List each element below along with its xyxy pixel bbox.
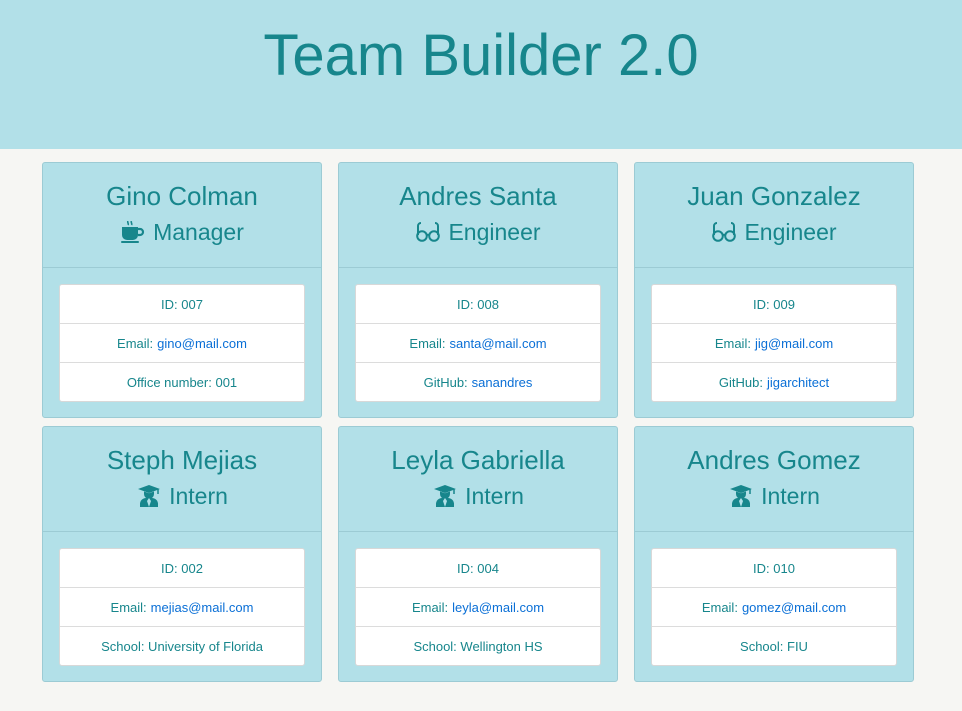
info-list: ID: 007 Email: gino@mail.com Office numb…	[59, 284, 305, 402]
id-row: ID: 008	[356, 285, 600, 324]
card-header: Gino Colman Manager	[43, 163, 321, 268]
github-link[interactable]: jigarchitect	[767, 375, 829, 390]
school-row: School: Wellington HS	[413, 638, 543, 654]
email-row: Email: jig@mail.com	[652, 324, 896, 363]
role-label: Intern	[465, 483, 524, 509]
email-link[interactable]: mejias@mail.com	[151, 600, 254, 615]
team-grid: Gino Colman Manager ID: 007 Email: gino@…	[0, 149, 962, 711]
employee-name: Steph Mejias	[106, 445, 258, 475]
employee-card: Leyla Gabriella Intern ID: 004 Email: le…	[338, 426, 618, 682]
coffee-mug-icon	[120, 220, 146, 244]
info-list: ID: 010 Email: gomez@mail.com School: FI…	[651, 548, 897, 666]
card-header: Andres Santa Engineer	[339, 163, 617, 268]
email-row: Email: gino@mail.com	[60, 324, 304, 363]
employee-card: Juan Gonzalez Engineer ID: 009 Email: ji…	[634, 162, 914, 418]
email-label: Email:	[117, 335, 154, 351]
card-header: Steph Mejias Intern	[43, 427, 321, 532]
id-row: ID: 010	[652, 549, 896, 588]
employee-role: Intern	[339, 482, 617, 510]
info-list: ID: 008 Email: santa@mail.com GitHub: sa…	[355, 284, 601, 402]
github-row: GitHub: jigarchitect	[652, 363, 896, 401]
id-row: ID: 009	[652, 285, 896, 324]
email-label: Email:	[409, 335, 446, 351]
email-link[interactable]: gomez@mail.com	[742, 600, 846, 615]
info-list: ID: 009 Email: jig@mail.com GitHub: jiga…	[651, 284, 897, 402]
email-link[interactable]: jig@mail.com	[755, 336, 833, 351]
email-link[interactable]: gino@mail.com	[157, 336, 247, 351]
email-label: Email:	[110, 599, 147, 615]
page-header: Team Builder 2.0	[0, 0, 962, 149]
office-number-row: Office number: 001	[126, 374, 238, 390]
email-label: Email:	[411, 599, 449, 615]
id-row: ID: 007	[60, 285, 304, 324]
employee-card: Gino Colman Manager ID: 007 Email: gino@…	[42, 162, 322, 418]
school-row: School: University of Florida	[101, 638, 263, 654]
role-label: Engineer	[744, 219, 837, 245]
employee-role: Engineer	[635, 218, 913, 246]
employee-role: Intern	[635, 482, 913, 510]
email-row: Email: mejias@mail.com	[60, 588, 304, 627]
role-label: Engineer	[448, 219, 541, 245]
employee-role: Intern	[43, 482, 321, 510]
card-header: Andres Gomez Intern	[635, 427, 913, 532]
employee-name: Juan Gonzalez	[687, 181, 861, 211]
id-row: ID: 002	[60, 549, 304, 588]
employee-card: Andres Santa Engineer ID: 008 Email: san…	[338, 162, 618, 418]
github-row: GitHub: sanandres	[356, 363, 600, 401]
github-label: GitHub:	[718, 374, 763, 390]
email-link[interactable]: leyla@mail.com	[452, 600, 544, 615]
role-label: Intern	[169, 483, 228, 509]
id-row: ID: 004	[356, 549, 600, 588]
info-list: ID: 004 Email: leyla@mail.com School: We…	[355, 548, 601, 666]
graduate-icon	[136, 484, 162, 508]
graduate-icon	[728, 484, 754, 508]
email-row: Email: santa@mail.com	[356, 324, 600, 363]
employee-card: Steph Mejias Intern ID: 002 Email: mejia…	[42, 426, 322, 682]
employee-name: Leyla Gabriella	[391, 445, 565, 475]
glasses-icon	[711, 220, 737, 244]
graduate-icon	[432, 484, 458, 508]
github-label: GitHub:	[423, 374, 468, 390]
card-header: Juan Gonzalez Engineer	[635, 163, 913, 268]
email-row: Email: gomez@mail.com	[652, 588, 896, 627]
email-label: Email:	[701, 599, 738, 615]
employee-card: Andres Gomez Intern ID: 010 Email: gomez…	[634, 426, 914, 682]
employee-role: Manager	[43, 218, 321, 246]
card-header: Leyla Gabriella Intern	[339, 427, 617, 532]
employee-name: Andres Gomez	[687, 445, 861, 475]
role-label: Manager	[153, 219, 244, 245]
employee-name: Andres Santa	[399, 181, 557, 211]
role-label: Intern	[761, 483, 820, 509]
email-link[interactable]: santa@mail.com	[450, 336, 547, 351]
employee-name: Gino Colman	[106, 181, 258, 211]
school-row: School: FIU	[740, 638, 808, 654]
glasses-icon	[415, 220, 441, 244]
employee-role: Engineer	[339, 218, 617, 246]
github-link[interactable]: sanandres	[472, 375, 533, 390]
info-list: ID: 002 Email: mejias@mail.com School: U…	[59, 548, 305, 666]
page-title: Team Builder 2.0	[263, 23, 699, 88]
email-label: Email:	[714, 335, 751, 351]
email-row: Email: leyla@mail.com	[356, 588, 600, 627]
